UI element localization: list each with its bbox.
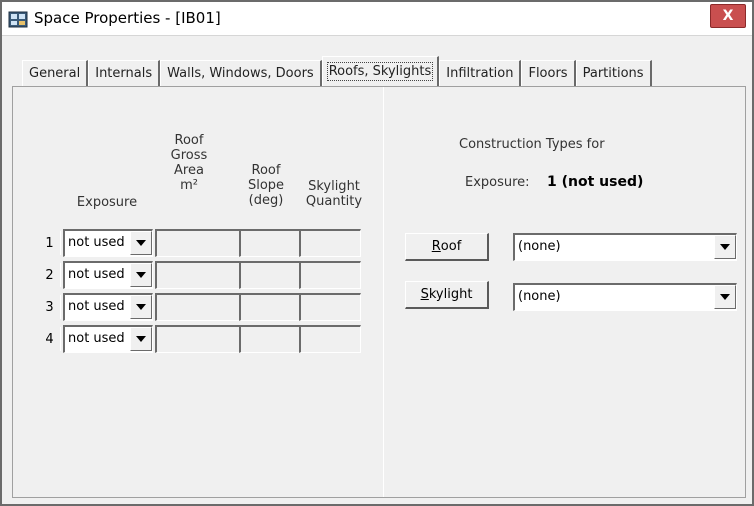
dropdown-arrow-icon[interactable] [130,295,152,319]
dropdown-arrow-icon[interactable] [130,263,152,287]
tab-general[interactable]: General [22,60,89,86]
header-skylight-quantity: Skylight Quantity [305,179,363,209]
skylight-button[interactable]: Skylight [405,281,489,309]
header-exposure: Exposure [76,195,138,210]
close-icon: X [722,8,734,24]
header-roof-gross-area: Roof Gross Area m² [170,133,208,193]
dropdown-arrow-icon[interactable] [714,235,736,259]
roof-slope-cell[interactable] [239,293,301,321]
row-number: 4 [39,327,61,351]
dropdown-arrow-icon[interactable] [130,327,152,351]
exposure-select[interactable]: not used [63,325,153,353]
header-roof-slope: Roof Slope (deg) [247,163,285,208]
exposure-label: Exposure: [465,175,530,190]
exposure-value: 1 (not used) [547,174,644,190]
roof-area-cell[interactable] [155,293,241,321]
skylight-quantity-cell[interactable] [299,293,361,321]
skylight-quantity-cell[interactable] [299,261,361,289]
construction-types-title: Construction Types for [459,137,605,152]
exposure-select[interactable]: not used [63,261,153,289]
row-number: 3 [39,295,61,319]
close-button[interactable]: X [710,4,746,28]
panel-divider [383,87,384,497]
tab-partitions[interactable]: Partitions [575,60,652,86]
window-title: Space Properties - [IB01] [34,9,221,27]
tab-strip: General Internals Walls, Windows, Doors … [22,56,652,86]
roof-area-cell[interactable] [155,261,241,289]
roof-area-cell[interactable] [155,229,241,257]
tab-walls-windows-doors[interactable]: Walls, Windows, Doors [160,60,322,86]
tab-roofs-skylights[interactable]: Roofs, Skylights [321,56,440,86]
title-bar: Space Properties - [IB01] X [2,2,752,36]
tab-internals[interactable]: Internals [88,60,161,86]
dropdown-arrow-icon[interactable] [130,231,152,255]
roof-slope-cell[interactable] [239,229,301,257]
tab-infiltration[interactable]: Infiltration [439,60,522,86]
roof-slope-cell[interactable] [239,325,301,353]
dropdown-arrow-icon[interactable] [714,285,736,309]
roof-slope-cell[interactable] [239,261,301,289]
skylight-construction-select[interactable]: (none) [513,283,737,311]
exposure-select[interactable]: not used [63,293,153,321]
row-number: 2 [39,263,61,287]
skylight-quantity-cell[interactable] [299,325,361,353]
roof-area-cell[interactable] [155,325,241,353]
exposure-select[interactable]: not used [63,229,153,257]
skylight-quantity-cell[interactable] [299,229,361,257]
app-icon [8,11,28,28]
roof-construction-select[interactable]: (none) [513,233,737,261]
tab-floors[interactable]: Floors [521,60,576,86]
roof-button[interactable]: Roof [405,233,489,261]
roofs-skylights-panel: Exposure Roof Gross Area m² Roof Slope (… [12,86,746,498]
row-number: 1 [39,231,61,255]
space-properties-window: Space Properties - [IB01] X General Inte… [0,0,754,506]
